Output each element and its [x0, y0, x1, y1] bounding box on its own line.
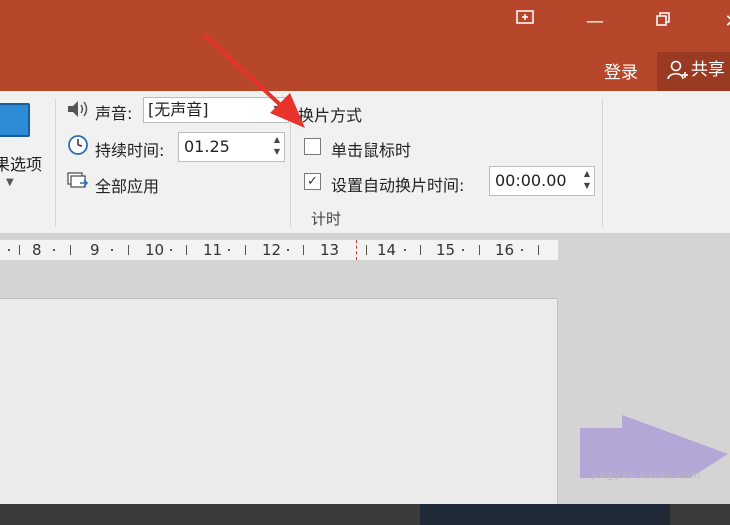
ruler-number: 16	[495, 241, 515, 259]
ruler-number: 8	[32, 241, 42, 259]
after-time-checkbox[interactable]: ✓	[304, 173, 321, 190]
ruler-number: 11	[203, 241, 223, 259]
ruler-dot	[170, 249, 172, 251]
ruler-number: 15	[436, 241, 456, 259]
present-icon[interactable]	[505, 8, 545, 36]
apply-all-button[interactable]: 全部应用	[95, 173, 159, 197]
chevron-down-icon[interactable]: ▼	[6, 177, 14, 188]
user-add-icon	[667, 60, 688, 80]
minimize-icon[interactable]: —	[575, 8, 615, 36]
ruler-dot	[521, 249, 523, 251]
sound-icon	[68, 101, 88, 117]
close-icon[interactable]: ✕	[712, 8, 730, 36]
restore-icon[interactable]	[643, 8, 683, 36]
duration-stepper[interactable]: 01.25 ▲ ▼	[178, 132, 285, 162]
share-label: 共享	[691, 60, 725, 80]
sound-select[interactable]: [无声音] ▼	[143, 97, 289, 123]
ruler-tick	[303, 245, 304, 255]
ruler-dot	[462, 249, 464, 251]
share-button[interactable]: 共享	[657, 52, 730, 91]
ruler-number: 13	[320, 241, 340, 259]
title-bar: — ✕ 登录 共享	[0, 0, 730, 91]
ruler-number: 9	[90, 241, 100, 259]
spin-arrows-icon[interactable]: ▲ ▼	[584, 168, 590, 192]
spin-arrows-icon[interactable]: ▲ ▼	[274, 134, 280, 158]
ruler-dot	[111, 249, 113, 251]
thumbnail-preview	[420, 504, 670, 525]
effect-options-icon[interactable]	[0, 103, 30, 137]
slide-canvas[interactable]	[0, 299, 558, 504]
on-click-label: 单击鼠标时	[331, 141, 412, 160]
ruler-tick	[538, 245, 539, 255]
on-click-checkbox[interactable]	[304, 138, 321, 155]
clock-icon	[68, 135, 88, 155]
timing-group-label: 计时	[311, 210, 342, 228]
ruler-dot	[53, 249, 55, 251]
ribbon: 果选项 ▼ 声音: [无声音] ▼ 持续时间: 01.25 ▲ ▼ 全部应用 换片…	[0, 91, 730, 234]
ruler-dot	[8, 249, 10, 251]
apply-all-icon	[67, 172, 89, 188]
advance-slide-title: 换片方式	[298, 106, 363, 125]
ruler-tick	[420, 245, 421, 255]
ruler-tick	[128, 245, 129, 255]
cursor-position-marker	[356, 240, 357, 260]
ruler-tick	[70, 245, 71, 255]
login-button[interactable]: 登录	[604, 58, 638, 83]
ruler-tick	[245, 245, 246, 255]
ruler-tick	[479, 245, 480, 255]
watermark-text: jingyan.baidu.com	[592, 470, 702, 481]
ruler-tick	[366, 245, 367, 255]
sound-value: [无声音]	[148, 100, 209, 119]
horizontal-ruler: 8 9 10 11 12 13 14 15 16	[0, 240, 558, 260]
ruler-tick	[186, 245, 187, 255]
after-time-label: 设置自动换片时间:	[331, 176, 465, 195]
ruler-dot	[228, 249, 230, 251]
group-separator	[55, 99, 56, 227]
ruler-number: 12	[262, 241, 282, 259]
after-time-stepper[interactable]: 00:00.00 ▲ ▼	[489, 166, 595, 196]
sound-label: 声音:	[95, 104, 133, 123]
group-separator	[290, 99, 291, 227]
effect-options-button[interactable]: 果选项	[0, 151, 42, 175]
ruler-dot	[287, 249, 289, 251]
chevron-down-icon: ▼	[273, 103, 282, 116]
group-separator	[602, 99, 603, 227]
after-time-value: 00:00.00	[495, 171, 567, 190]
ruler-number: 10	[145, 241, 165, 259]
duration-value: 01.25	[184, 137, 230, 156]
ruler-dot	[404, 249, 406, 251]
duration-label: 持续时间:	[95, 141, 165, 160]
ruler-number: 14	[377, 241, 397, 259]
ruler-tick	[19, 245, 20, 255]
